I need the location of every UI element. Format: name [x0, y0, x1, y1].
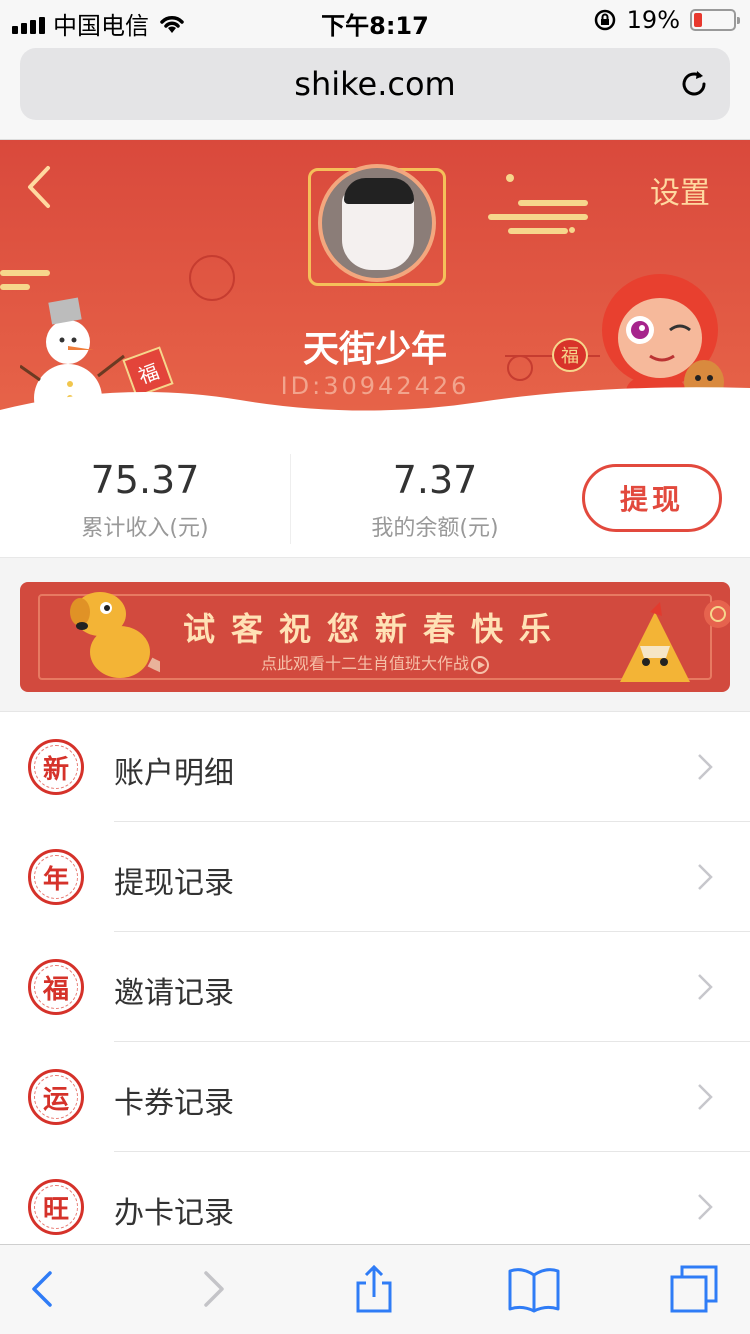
- menu-item-label: 卡券记录: [114, 1086, 234, 1121]
- status-right: 19%: [593, 6, 740, 34]
- withdraw-button[interactable]: 提现: [582, 464, 722, 532]
- forward-icon[interactable]: [186, 1263, 238, 1315]
- balance: 7.37 我的余额(元): [290, 458, 580, 542]
- battery-icon: [690, 9, 740, 31]
- lantern: 福: [552, 338, 588, 372]
- menu-item-label: 邀请记录: [114, 976, 234, 1011]
- seal-fu-icon: 福: [28, 959, 84, 1015]
- tabs-icon[interactable]: [668, 1263, 720, 1315]
- new-year-banner[interactable]: 试客祝您新春快乐 点此观看十二生肖值班大作战: [20, 582, 730, 692]
- total-income: 75.37 累计收入(元): [0, 458, 290, 542]
- balance-label: 我的余额(元): [371, 516, 499, 541]
- rotation-lock-icon: [594, 9, 615, 31]
- stats-panel: 75.37 累计收入(元) 7.37 我的余额(元) 提现: [0, 440, 750, 558]
- share-icon[interactable]: [348, 1263, 400, 1315]
- chevron-right-icon: [698, 1194, 713, 1220]
- total-income-label: 累计收入(元): [81, 516, 209, 541]
- cloud-lines-right: [488, 200, 588, 242]
- rooster-illustration: [620, 602, 690, 682]
- lantern-text: 福: [561, 346, 579, 367]
- seal-wang-icon: 旺: [28, 1179, 84, 1235]
- menu-item-label: 办卡记录: [114, 1196, 234, 1231]
- menu-item-label: 提现记录: [114, 866, 234, 901]
- battery-percent: 19%: [626, 6, 680, 34]
- chevron-right-icon: [698, 1084, 713, 1110]
- status-bar: 中国电信 下午8:17 19%: [0, 0, 750, 40]
- reload-icon[interactable]: [676, 66, 712, 102]
- seal-xin-icon: 新: [28, 739, 84, 795]
- bookmarks-icon[interactable]: [508, 1263, 560, 1315]
- url-text: shike.com: [294, 65, 456, 103]
- seal-yun-icon: 运: [28, 1069, 84, 1125]
- browser-toolbar: [0, 1244, 750, 1334]
- header-wave: [0, 387, 750, 440]
- menu-item-coupon-records[interactable]: 运 卡券记录: [0, 1042, 750, 1152]
- play-icon: [471, 655, 489, 674]
- browser-chrome: shike.com: [0, 40, 750, 140]
- avatar[interactable]: [318, 164, 436, 282]
- balance-value: 7.37: [392, 458, 478, 502]
- avatar-hat: [344, 178, 414, 204]
- menu-item-withdraw-records[interactable]: 年 提现记录: [0, 822, 750, 932]
- profile-header: 设置 福 天街少年 ID:30942426 福: [0, 140, 750, 440]
- chevron-right-icon: [698, 864, 713, 890]
- chevron-right-icon: [698, 974, 713, 1000]
- menu-item-account-details[interactable]: 新 账户明细: [0, 712, 750, 822]
- total-income-value: 75.37: [90, 458, 200, 502]
- seal-nian-icon: 年: [28, 849, 84, 905]
- menu-item-label: 账户明细: [114, 756, 234, 791]
- banner-subtitle-text: 点此观看十二生肖值班大作战: [260, 654, 469, 673]
- chevron-right-icon: [698, 754, 713, 780]
- menu-list: 新 账户明细 年 提现记录 福 邀请记录 运 卡券记录 旺 办卡记录: [0, 712, 750, 1262]
- banner-section: 试客祝您新春快乐 点此观看十二生肖值班大作战: [0, 558, 750, 712]
- address-bar[interactable]: shike.com: [20, 48, 730, 120]
- menu-item-invite-records[interactable]: 福 邀请记录: [0, 932, 750, 1042]
- cloud-ornament-icon: [704, 600, 730, 628]
- back-icon[interactable]: [18, 1263, 70, 1315]
